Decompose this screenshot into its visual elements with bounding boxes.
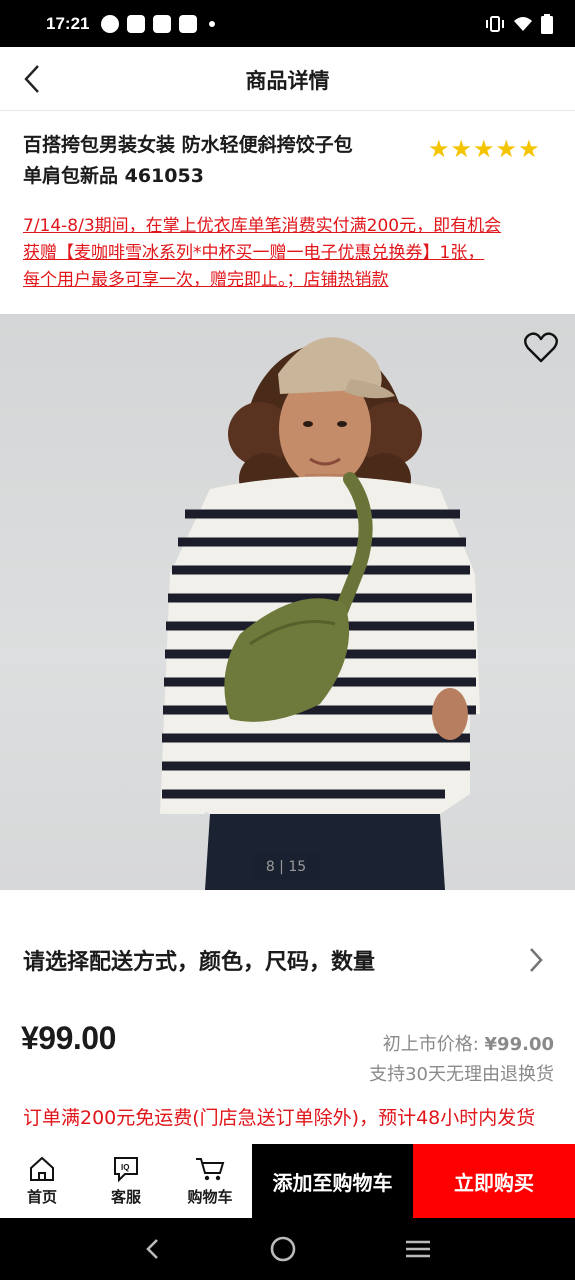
star-icon: ★ (518, 135, 540, 163)
svg-text:IQ: IQ (121, 1163, 129, 1172)
product-title-line1: 百搭挎包男装女装 防水轻便斜挎饺子包 (23, 134, 353, 156)
favorite-button[interactable] (523, 330, 559, 366)
promo-link[interactable]: 7/14-8/3期间，在掌上优衣库单笔消费实付满200元，即有机会 获赠【麦咖啡… (23, 213, 553, 294)
star-icon: ★ (473, 135, 495, 163)
select-options-label: 请选择配送方式，颜色，尺码，数量 (23, 950, 376, 975)
mail-icon (127, 14, 146, 33)
system-recents-icon[interactable] (404, 1237, 432, 1261)
promo-line3: 每个用户最多可享一次，赠完即止。；店铺热销款 (23, 270, 389, 290)
nav-service-label: 客服 (110, 1187, 141, 1206)
promo-line1: 7/14-8/3期间，在掌上优衣库单笔消费实付满200元，即有机会 (23, 216, 502, 236)
page-title: 商品详情 (245, 69, 330, 93)
buy-now-button[interactable]: 立即购买 (413, 1144, 575, 1218)
status-system-icons (485, 13, 553, 34)
original-price-value: ¥99.00 (484, 1034, 554, 1055)
bottom-action-bar: 首页 IQ 客服 购物车 添加至购物车 立即购买 (0, 1144, 575, 1218)
nav-cart[interactable]: 购物车 (168, 1144, 252, 1218)
mail-icon (153, 14, 172, 33)
chat-icon: IQ (114, 1156, 138, 1182)
system-back-icon[interactable] (143, 1237, 163, 1261)
speed-icon (101, 14, 120, 33)
home-icon (30, 1156, 54, 1181)
star-icon: ★ (428, 135, 450, 163)
shipping-note: 订单满200元免运费(门店急送订单除外)，预计48小时内发货 (23, 1107, 536, 1129)
return-note: 支持30天无理由退换货 (369, 1064, 554, 1085)
battery-icon (541, 13, 553, 34)
promo-line2: 获赠【麦咖啡雪冰系列*中杯买一赠一电子优惠兑换券】1张， (23, 243, 485, 263)
status-time: 17:21 (46, 13, 90, 33)
vibrate-icon (486, 15, 504, 32)
mail-icon (179, 14, 198, 33)
add-to-cart-button[interactable]: 添加至购物车 (252, 1144, 413, 1218)
star-icon: ★ (495, 135, 518, 163)
status-bar: 17:21 (0, 0, 575, 47)
product-photo (160, 337, 480, 890)
nav-cart-label: 购物车 (187, 1187, 233, 1206)
system-home-icon[interactable] (269, 1235, 297, 1263)
original-price-label: 初上市价格: (382, 1034, 485, 1055)
price: ¥99.00 (21, 1020, 116, 1056)
star-icon: ★ (450, 135, 473, 163)
image-page-indicator: 8 | 15 (252, 854, 320, 880)
rating-stars: ★ ★ ★ ★ ★ (428, 136, 540, 162)
product-title-block: 百搭挎包男装女装 防水轻便斜挎饺子包 单肩包新品 461053 (23, 130, 423, 192)
original-price: 初上市价格: ¥99.00 (383, 1030, 554, 1056)
wifi-icon (514, 16, 532, 31)
nav-home[interactable]: 首页 (0, 1144, 84, 1218)
select-options-row[interactable]: 请选择配送方式，颜色，尺码，数量 (23, 930, 553, 990)
product-title-line2: 单肩包新品 461053 (23, 165, 204, 187)
product-image-carousel[interactable]: 8 | 15 (0, 314, 575, 890)
app-header: 商品详情 (0, 47, 575, 111)
dot-icon (209, 20, 216, 27)
status-notifications (101, 14, 216, 33)
heart-icon (524, 332, 558, 363)
system-navigation-bar (0, 1218, 575, 1280)
nav-home-label: 首页 (26, 1187, 57, 1206)
cart-icon (196, 1157, 225, 1180)
nav-service[interactable]: IQ 客服 (84, 1144, 168, 1218)
chevron-right-icon (530, 948, 543, 972)
